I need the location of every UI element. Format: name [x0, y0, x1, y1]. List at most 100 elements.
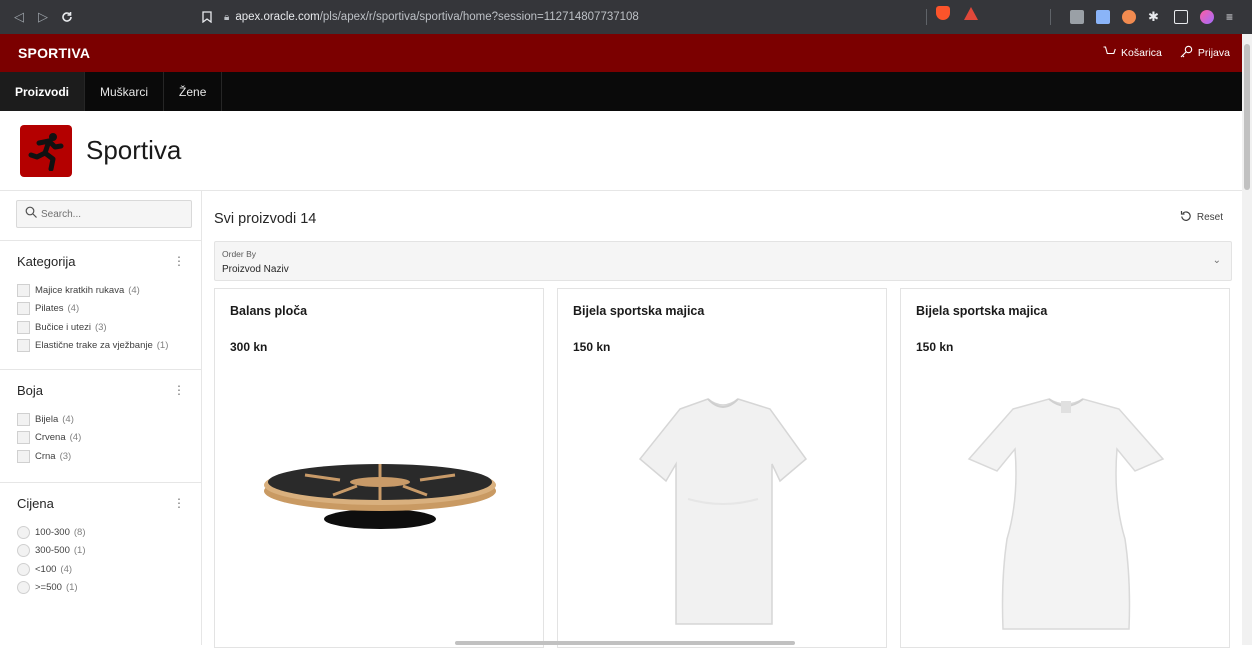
option-label: 300-500 — [35, 545, 70, 557]
option-count: (8) — [73, 526, 86, 538]
login-label: Prijava — [1197, 47, 1230, 59]
menu-item-proizvodi[interactable]: Proizvodi — [0, 72, 86, 111]
facet-option[interactable]: Bijela (4) — [0, 410, 202, 429]
checkbox[interactable] — [17, 302, 30, 316]
product-price: 150 kn — [916, 340, 954, 354]
facet-cijena: Cijena ⋮ 100-300 (8) 300-500 (1) <100 (4) >… — [0, 482, 202, 597]
browser-nav-buttons: ◁ ▷ — [8, 6, 78, 28]
option-count: (3) — [94, 321, 107, 333]
search-input[interactable]: Search... — [16, 200, 192, 228]
key-icon — [1180, 45, 1193, 61]
profile-avatar[interactable] — [1200, 10, 1214, 24]
facet-option[interactable]: Elastične trake za vježbanje (1) — [0, 337, 202, 356]
vertical-scrollbar-thumb[interactable] — [1244, 44, 1250, 190]
checkbox[interactable] — [17, 283, 30, 297]
checkbox[interactable] — [17, 412, 30, 426]
kebab-menu-icon[interactable]: ⋮ — [173, 383, 185, 397]
cart-link[interactable]: Košarica — [1103, 46, 1162, 60]
browser-toolbar: ◁ ▷ 🔒︎ apex.oracle.com/pls/apex/r/sporti… — [0, 0, 1252, 34]
order-by-value: Proizvod Naziv — [222, 264, 289, 275]
option-count: (4) — [62, 413, 74, 425]
kebab-menu-icon[interactable]: ⋮ — [173, 496, 185, 510]
radio-button[interactable] — [17, 562, 30, 576]
order-by-label: Order By — [222, 249, 257, 259]
checkbox[interactable] — [17, 320, 30, 334]
facet-option[interactable]: <100 (4) — [0, 560, 202, 579]
window-icon[interactable] — [1174, 10, 1188, 24]
main-menu: Proizvodi Muškarci Žene — [0, 72, 1242, 111]
option-count: (3) — [59, 450, 72, 462]
menu-item-zene[interactable]: Žene — [164, 72, 223, 111]
option-label: <100 — [35, 563, 57, 575]
extension-icon[interactable] — [1122, 10, 1136, 24]
option-count: (4) — [60, 563, 73, 575]
search-icon — [25, 205, 37, 223]
option-count: (1) — [73, 545, 86, 557]
product-price: 150 kn — [573, 340, 611, 354]
results-title: Svi proizvodi 14 — [214, 211, 317, 227]
product-card[interactable]: Bijela sportska majica 150 kn — [557, 288, 887, 648]
option-label: Bijela — [35, 413, 59, 425]
facet-option[interactable]: Crvena (4) — [0, 429, 202, 448]
tshirt-men-image — [558, 379, 888, 649]
translate-icon[interactable] — [1096, 10, 1110, 24]
bookmark-icon[interactable] — [196, 6, 218, 28]
header-links: Košarica Prijava — [1103, 34, 1230, 72]
cart-label: Košarica — [1121, 47, 1162, 59]
radio-button[interactable] — [17, 544, 30, 558]
facet-option[interactable]: Bučice i utezi (3) — [0, 318, 202, 337]
facet-option[interactable]: 300-500 (1) — [0, 542, 202, 561]
url-host: apex.oracle.com — [235, 11, 320, 23]
reload-icon[interactable] — [56, 6, 78, 28]
product-price: 300 kn — [230, 340, 268, 354]
option-label: Elastične trake za vježbanje — [35, 340, 153, 352]
radio-button[interactable] — [17, 581, 30, 595]
facet-header: Cijena ⋮ — [0, 483, 202, 523]
checkbox[interactable] — [17, 431, 30, 445]
forward-icon[interactable]: ▷ — [32, 6, 54, 28]
balance-board-image — [215, 379, 545, 649]
option-label: Crna — [35, 450, 56, 462]
product-name: Balans ploča — [230, 304, 308, 318]
tshirt-women-image — [901, 379, 1231, 649]
option-count: (1) — [156, 340, 169, 352]
facet-header: Boja ⋮ — [0, 370, 202, 410]
facet-option[interactable]: Majice kratkih rukava (4) — [0, 281, 202, 300]
address-bar[interactable]: 🔒︎ apex.oracle.com/pls/apex/r/sportiva/s… — [224, 6, 944, 28]
puzzle-icon[interactable]: ✱ — [1148, 10, 1162, 24]
url-path: /pls/apex/r/sportiva/sportiva/home?sessi… — [319, 11, 639, 23]
facet-option[interactable]: >=500 (1) — [0, 579, 202, 598]
brave-shield-icon[interactable] — [936, 6, 950, 20]
checkbox[interactable] — [17, 449, 30, 463]
kebab-menu-icon[interactable]: ⋮ — [173, 254, 185, 268]
product-card[interactable]: Balans ploča 300 kn — [214, 288, 544, 648]
product-card[interactable]: Bijela sportska majica 150 kn — [900, 288, 1230, 648]
page-title: Sportiva — [86, 135, 182, 165]
toolbar-divider — [926, 9, 927, 25]
app-brand[interactable]: SPORTIVA — [18, 45, 90, 61]
page-hero: Sportiva — [0, 111, 1242, 191]
product-name: Bijela sportska majica — [573, 304, 705, 318]
menu-item-muskarci[interactable]: Muškarci — [85, 72, 165, 111]
facet-option[interactable]: 100-300 (8) — [0, 523, 202, 542]
back-icon[interactable]: ◁ — [8, 6, 30, 28]
radio-button[interactable] — [17, 525, 30, 539]
facet-option[interactable]: Crna (3) — [0, 447, 202, 466]
facet-option[interactable]: Pilates (4) — [0, 300, 202, 319]
reset-label: Reset — [1196, 212, 1223, 223]
reset-button[interactable]: Reset — [1180, 210, 1223, 225]
option-label: 100-300 — [35, 526, 70, 538]
menu-icon[interactable]: ≡ — [1226, 10, 1234, 24]
product-name: Bijela sportska majica — [916, 304, 1048, 318]
extension-icon[interactable] — [1070, 10, 1084, 24]
toolbar-divider — [1050, 9, 1051, 25]
checkbox[interactable] — [17, 339, 30, 353]
option-label: Bučice i utezi — [35, 321, 91, 333]
rewards-icon[interactable] — [964, 6, 978, 20]
browser-shields — [936, 6, 978, 20]
order-by-select[interactable]: Order By Proizvod Naziv ⌄ — [214, 241, 1232, 281]
horizontal-scrollbar-thumb[interactable] — [455, 641, 795, 645]
facet-header: Kategorija ⋮ — [0, 241, 202, 281]
facet-kategorija: Kategorija ⋮ Majice kratkih rukava (4) Pi… — [0, 240, 202, 355]
login-link[interactable]: Prijava — [1180, 45, 1230, 61]
